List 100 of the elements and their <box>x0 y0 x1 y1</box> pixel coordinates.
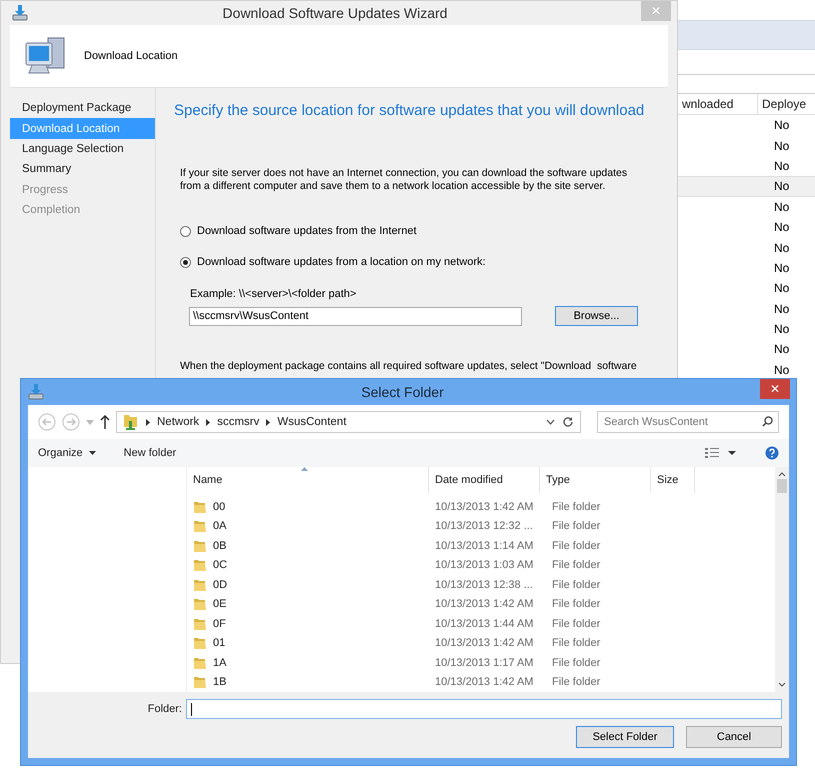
chevron-down-icon[interactable] <box>546 419 555 425</box>
file-type: File folder <box>551 676 600 688</box>
table-row[interactable]: No <box>678 115 815 136</box>
new-folder-button[interactable]: New folder <box>124 447 176 459</box>
file-date: 10/13/2013 12:38 ... <box>434 578 534 591</box>
caret-icon <box>88 451 96 455</box>
file-row[interactable]: 0C 10/13/2013 1:03 AM File folder <box>187 556 775 575</box>
file-type: File folder <box>551 500 600 513</box>
search-icon[interactable] <box>762 416 773 427</box>
help-icon[interactable] <box>765 446 779 460</box>
table-cell: No <box>774 362 790 377</box>
file-date: 10/13/2013 1:42 AM <box>434 598 534 610</box>
breadcrumb-item[interactable]: WsusContent <box>277 416 346 428</box>
chevron-icon <box>266 418 270 426</box>
table-row[interactable]: No <box>678 339 815 360</box>
scroll-thumb[interactable] <box>777 479 787 493</box>
table-cell: No <box>774 158 790 173</box>
radio-button[interactable] <box>180 226 191 236</box>
folder-icon <box>193 656 207 670</box>
table-row[interactable]: No <box>678 216 815 238</box>
view-options-icon[interactable] <box>705 447 737 459</box>
file-row[interactable]: 0D 10/13/2013 12:38 ... File folder <box>187 575 775 594</box>
table-row[interactable]: No <box>678 196 815 217</box>
page-title: Download Location <box>84 50 178 62</box>
intro-text: If your site server does not have an Internet connection, you can download the software updates from a different computer and save them to a network location accessible by the site server. <box>180 167 628 193</box>
file-name: 00 <box>213 500 226 513</box>
file-row[interactable]: 0F 10/13/2013 1:44 AM File folder <box>187 614 775 634</box>
file-row[interactable]: 0E 10/13/2013 1:42 AM File folder <box>187 594 775 614</box>
column-header[interactable]: Date modified <box>429 467 540 493</box>
breadcrumb-item[interactable]: sccmsrv <box>217 416 260 428</box>
organize-button[interactable]: Organize <box>38 447 96 459</box>
file-type: File folder <box>551 540 600 552</box>
close-button[interactable]: ✕ <box>760 379 790 399</box>
table-row[interactable]: No <box>678 156 815 176</box>
table-cell: No <box>774 220 790 234</box>
dialog-button[interactable]: Cancel <box>686 726 782 748</box>
file-type: File folder <box>551 598 600 610</box>
file-row[interactable]: 0B 10/13/2013 1:14 AM File folder <box>187 536 775 556</box>
radio-button[interactable] <box>180 256 191 268</box>
download-icon <box>27 383 45 401</box>
file-row[interactable]: 00 10/13/2013 1:42 AM File folder <box>187 497 775 516</box>
nav-item[interactable]: Summary <box>10 159 155 180</box>
dialog-title: Select Folder <box>360 384 445 400</box>
folder-icon <box>193 519 207 534</box>
table-cell: No <box>774 302 790 316</box>
folder-icon <box>193 616 207 631</box>
table-row[interactable]: No <box>678 278 815 299</box>
browse-button[interactable]: Browse... <box>555 306 638 326</box>
file-date: 10/13/2013 1:42 AM <box>434 676 534 688</box>
folder-icon <box>193 597 207 612</box>
file-date: 10/13/2013 1:44 AM <box>434 618 534 630</box>
file-row[interactable]: 1A 10/13/2013 1:17 AM File folder <box>187 653 775 672</box>
file-name: 0B <box>213 540 226 552</box>
file-type: File folder <box>551 618 600 630</box>
table-cell: No <box>774 240 790 255</box>
refresh-icon[interactable] <box>562 416 574 428</box>
scroll-up-icon[interactable] <box>778 471 786 477</box>
table-row[interactable]: No <box>678 237 815 258</box>
file-row[interactable]: 01 10/13/2013 1:42 AM File folder <box>187 634 775 653</box>
table-cell: No <box>774 322 790 336</box>
folder-field[interactable] <box>186 699 782 719</box>
folder-icon <box>193 538 207 553</box>
search-field[interactable]: Search WsusContent <box>597 411 779 433</box>
radio-label[interactable]: Download software updates from a location on my network: <box>197 256 486 268</box>
column-header[interactable]: Type <box>540 467 651 493</box>
table-row[interactable]: No <box>678 176 815 197</box>
file-row[interactable]: 0A 10/13/2013 12:32 ... File folder <box>187 516 775 536</box>
table-cell: No <box>774 342 790 356</box>
file-name: 0C <box>213 559 228 572</box>
up-arrow-icon[interactable] <box>100 415 110 429</box>
nav-item[interactable]: Deployment Package <box>10 98 155 118</box>
chevron-icon <box>206 418 210 426</box>
table-row[interactable]: No <box>678 360 815 380</box>
file-name: 0E <box>213 598 226 610</box>
page-heading: Specify the source location for software updates that you will download <box>174 102 646 119</box>
radio-label[interactable]: Download software updates from the Internet <box>197 225 417 237</box>
example-text: Example: \\<server>\<folder path> <box>190 288 358 300</box>
note-text: When the deployment package contains all required software updates, select "Download software <box>180 360 637 373</box>
file-type: File folder <box>551 656 600 669</box>
table-cell: No <box>774 281 790 296</box>
table-cell: No <box>774 260 790 275</box>
nav-item[interactable]: Language Selection <box>10 138 155 160</box>
dialog-button[interactable]: Select Folder <box>576 726 674 748</box>
path-field[interactable]: \\sccmsrv\WsusContent <box>189 306 522 326</box>
address-bar[interactable]: Network sccmsrv WsusContent <box>116 411 581 433</box>
folder-icon <box>193 500 207 514</box>
file-row[interactable]: 1B 10/13/2013 1:42 AM File folder <box>187 672 775 692</box>
table-row[interactable]: No <box>678 318 815 340</box>
column-header[interactable]: Size <box>651 467 695 493</box>
folder-icon <box>193 636 207 650</box>
table-row[interactable]: No <box>678 135 815 156</box>
window-title: Download Software Updates Wizard <box>222 5 448 21</box>
breadcrumb-item[interactable]: Network <box>157 416 200 428</box>
download-icon <box>11 4 29 22</box>
table-row[interactable]: No <box>678 298 815 319</box>
table-row[interactable]: No <box>678 258 815 278</box>
scroll-down-icon[interactable] <box>778 682 786 688</box>
scrollbar[interactable] <box>775 467 789 692</box>
table-cell: No <box>774 118 790 132</box>
column-header[interactable]: Deploye <box>758 94 815 114</box>
